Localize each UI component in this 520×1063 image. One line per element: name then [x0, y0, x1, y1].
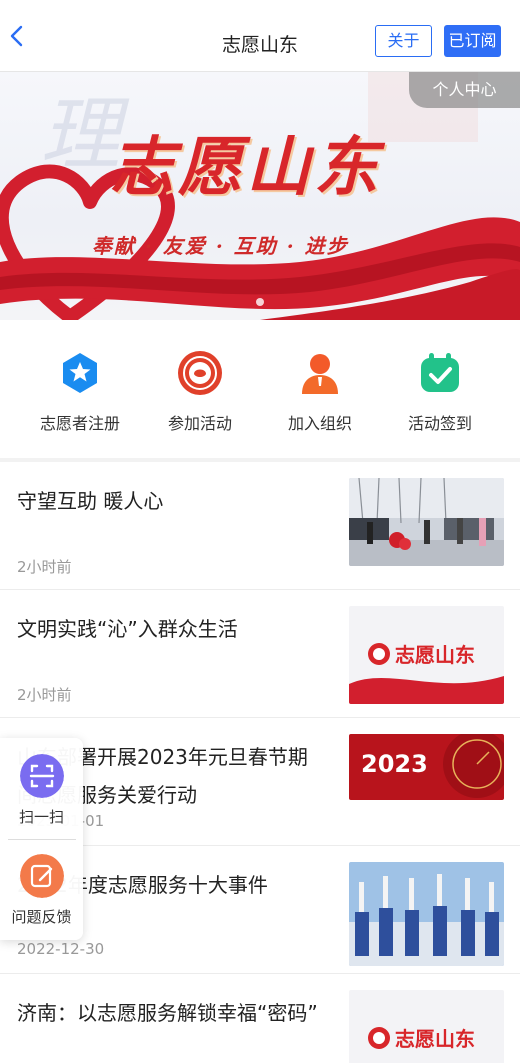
activity-checkin-action[interactable]: 活动签到 — [380, 350, 500, 434]
news-title: 济南：以志愿服务解锁幸福“密码” — [17, 1001, 318, 1025]
star-badge-icon — [63, 353, 97, 393]
banner-title: 志愿山东 — [110, 130, 382, 205]
news-thumbnail — [349, 478, 504, 566]
news-thumbnail: 志愿山东 — [349, 990, 504, 1063]
news-thumbnail: 2023 — [349, 734, 504, 800]
join-organization-action[interactable]: 加入组织 — [260, 350, 380, 434]
scan-button[interactable]: 扫一扫 — [0, 754, 83, 827]
carousel-indicator — [256, 298, 264, 306]
edit-icon — [19, 854, 64, 898]
news-title: 文明实践“沁”入群众生活 — [17, 617, 238, 641]
scan-label: 扫一扫 — [18, 808, 64, 826]
quick-actions: 志愿者注册 参加活动 加入组织 活动签到 — [0, 320, 520, 460]
thumb-brand-text: 志愿山东 — [395, 643, 475, 667]
scan-icon — [19, 754, 64, 798]
page-title: 志愿山东 — [221, 34, 298, 56]
feedback-label: 问题反馈 — [11, 908, 72, 926]
feedback-button[interactable]: 问题反馈 — [0, 854, 83, 927]
news-title: 守望互助 暖人心 — [17, 489, 164, 513]
news-item[interactable]: 文明实践“沁”入群众生活 2小时前 志愿山东 — [0, 590, 520, 718]
about-button[interactable]: 关于 — [375, 25, 432, 57]
banner-carousel[interactable]: 理 个人中心 志愿山东 奉献 · 友爱 · 互助 · 进步 — [0, 72, 520, 320]
action-label: 加入组织 — [287, 414, 352, 433]
person-icon — [302, 354, 338, 394]
calendar-check-icon — [421, 353, 459, 392]
news-item[interactable]: 济南：以志愿服务解锁幸福“密码” 志愿山东 — [0, 974, 520, 1063]
floating-tool-panel: 扫一扫 问题反馈 — [0, 738, 83, 940]
action-label: 参加活动 — [167, 414, 232, 433]
thumb-brand-text: 志愿山东 — [395, 1027, 475, 1051]
volunteer-register-action[interactable]: 志愿者注册 — [20, 350, 140, 434]
panel-divider — [8, 839, 76, 840]
action-label: 志愿者注册 — [39, 414, 120, 433]
subscribed-button[interactable]: 已订阅 — [444, 25, 501, 57]
join-activity-action[interactable]: 参加活动 — [140, 350, 260, 434]
personal-center-button[interactable]: 个人中心 — [409, 72, 520, 108]
banner-slogan: 奉献 · 友爱 · 互助 · 进步 — [92, 234, 349, 258]
volunteer-emblem-icon — [178, 351, 222, 395]
news-time: 2022-12-30 — [17, 940, 105, 958]
action-label: 活动签到 — [407, 414, 472, 433]
news-thumbnail — [349, 862, 504, 966]
thumb-year-text: 2023 — [361, 750, 428, 778]
news-time: 2小时前 — [17, 558, 72, 576]
top-nav-bar: 志愿山东 关于 已订阅 — [0, 0, 520, 72]
news-thumbnail: 志愿山东 — [349, 606, 504, 704]
news-time: 2小时前 — [17, 686, 72, 704]
news-item[interactable]: 守望互助 暖人心 2小时前 — [0, 462, 520, 590]
